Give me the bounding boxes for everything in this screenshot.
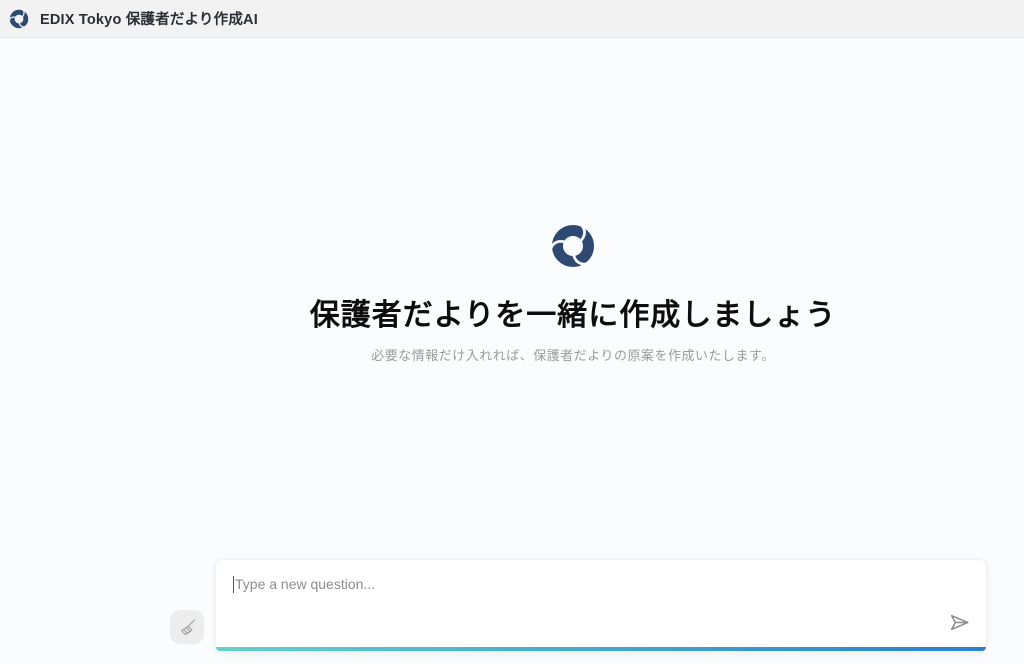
send-button[interactable] — [945, 608, 973, 636]
hero-title: 保護者だよりを一緒に作成しましょう — [73, 298, 1024, 334]
app-header: EDIX Tokyo 保護者だより作成AI — [0, 0, 1024, 38]
question-input[interactable] — [216, 560, 938, 645]
hero-section: 保護者だよりを一緒に作成しましょう 必要な情報だけ入れれば、保護者だよりの原案を… — [73, 221, 1024, 364]
hero-subtitle: 必要な情報だけ入れれば、保護者だよりの原案を作成いたします。 — [73, 345, 1024, 364]
text-caret — [233, 576, 234, 593]
app-title: EDIX Tokyo 保護者だより作成AI — [40, 8, 258, 29]
clear-chat-button[interactable] — [170, 610, 204, 644]
hero-logo-icon — [548, 258, 598, 275]
paper-plane-icon — [947, 610, 972, 635]
broom-icon — [178, 618, 197, 637]
message-composer — [215, 559, 987, 652]
composer-accent-bar — [216, 647, 986, 651]
app-logo-icon — [8, 8, 30, 30]
